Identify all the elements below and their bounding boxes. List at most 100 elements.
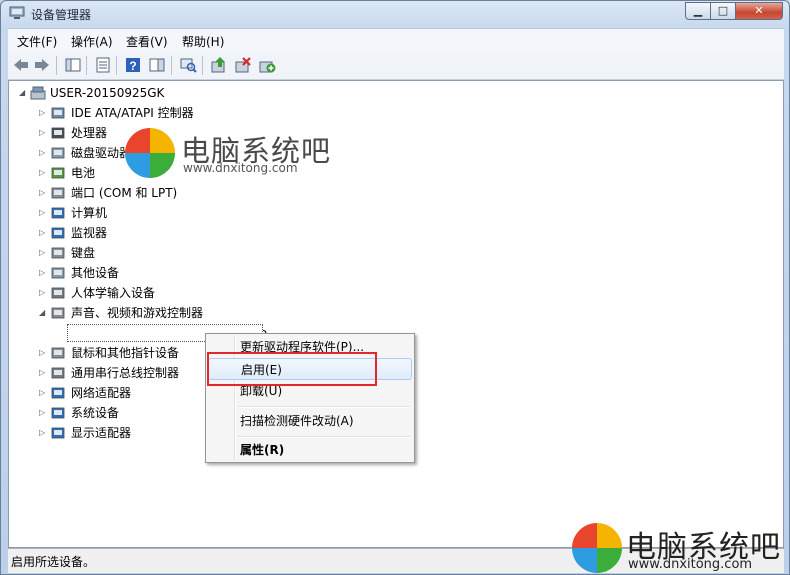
computer-root-icon (30, 86, 46, 100)
expand-arrow-icon[interactable]: ▷ (39, 244, 47, 262)
display-adapter-icon (51, 427, 65, 439)
watermark-logo-icon (125, 128, 175, 178)
scan-hardware-icon[interactable] (179, 56, 197, 74)
uninstall-icon[interactable] (234, 56, 252, 74)
svg-text:?: ? (129, 59, 136, 73)
watermark-url: www.dnxitong.com (183, 161, 298, 175)
highlight-annotation-box (207, 352, 377, 386)
collapse-arrow-icon[interactable]: ◢ (39, 304, 47, 322)
monitor-icon (51, 227, 65, 239)
help-icon[interactable]: ? (124, 56, 142, 74)
tree-category-label: 系统设备 (71, 406, 120, 420)
tree-category-row[interactable]: ▷ 人体学输入设备 (9, 284, 309, 302)
close-button[interactable]: ✕ (735, 2, 783, 20)
expand-arrow-icon[interactable]: ▷ (39, 104, 47, 122)
processor-icon (51, 127, 65, 139)
toolbar-separator (86, 56, 87, 75)
tree-category-label: 磁盘驱动器 (71, 146, 132, 160)
tree-category-row[interactable]: ▷ 键盘 (9, 244, 309, 262)
toolbar: ? (8, 52, 784, 80)
expand-arrow-icon[interactable]: ▷ (39, 144, 47, 162)
device-manager-window: 设备管理器 ▁ □ ✕ 文件(F) 操作(A) 查看(V) 帮助(H) ? ◢ … (0, 0, 790, 575)
tree-category-label: 键盘 (71, 246, 96, 260)
tree-category-label: IDE ATA/ATAPI 控制器 (71, 106, 194, 120)
expand-arrow-icon[interactable]: ▷ (39, 224, 47, 242)
watermark-top: 电脑系统吧 www.dnxitong.com (125, 128, 335, 188)
show-hide-tree-icon[interactable] (64, 56, 82, 74)
back-arrow-icon[interactable] (12, 56, 30, 74)
menu-item-scan-hardware[interactable]: 扫描检测硬件改动(A) (208, 410, 412, 432)
toolbar-separator (171, 56, 172, 75)
usb-icon (51, 367, 65, 379)
menu-item-label: 属性(R) (240, 443, 285, 457)
expand-arrow-icon[interactable]: ▷ (39, 124, 47, 142)
other-devices-icon (51, 267, 65, 279)
expand-arrow-icon[interactable]: ▷ (39, 424, 47, 442)
minimize-button[interactable]: ▁ (685, 2, 711, 20)
menu-separator (238, 436, 410, 438)
keyboard-icon (51, 247, 65, 259)
tree-root-label: USER-20150925GK (50, 86, 165, 100)
expand-arrow-icon[interactable]: ▷ (39, 264, 47, 282)
system-device-icon (51, 407, 65, 419)
tree-root-row[interactable]: ◢ USER-20150925GK (9, 84, 309, 102)
expand-arrow-icon[interactable]: ▷ (39, 284, 47, 302)
network-adapter-icon (51, 387, 65, 399)
tree-category-label: 电池 (71, 166, 96, 180)
expand-arrow-icon[interactable]: ▷ (39, 364, 47, 382)
menu-bar: 文件(F) 操作(A) 查看(V) 帮助(H) (8, 28, 784, 53)
title-bar: 设备管理器 ▁ □ ✕ (1, 1, 789, 27)
device-manager-app-icon (9, 6, 25, 19)
tree-category-label: 其他设备 (71, 266, 120, 280)
toolbar-separator (56, 56, 57, 75)
watermark-url: www.dnxitong.com (628, 557, 753, 572)
tree-category-label: 鼠标和其他指针设备 (71, 346, 180, 360)
collapse-arrow-icon[interactable]: ◢ (19, 84, 27, 102)
menu-view[interactable]: 查看(V) (126, 33, 168, 50)
watermark-bottom: 电脑系统吧 www.dnxitong.com (572, 521, 790, 575)
disk-drive-icon (51, 147, 65, 159)
mouse-icon (51, 347, 65, 359)
tree-category-label: 人体学输入设备 (71, 286, 156, 300)
status-text: 启用所选设备。 (11, 555, 96, 569)
ide-controller-icon (51, 107, 65, 119)
enable-device-icon[interactable] (258, 56, 276, 74)
maximize-button[interactable]: □ (710, 2, 736, 20)
action-pane-icon[interactable] (148, 56, 166, 74)
expand-arrow-icon[interactable]: ▷ (39, 204, 47, 222)
tree-category-label: 显示适配器 (71, 426, 132, 440)
update-driver-icon[interactable] (210, 56, 228, 74)
menu-help[interactable]: 帮助(H) (182, 33, 224, 50)
tree-category-row[interactable]: ◢ 声音、视频和游戏控制器 (9, 304, 309, 322)
properties-icon[interactable] (94, 56, 112, 74)
tree-category-label: 监视器 (71, 226, 108, 240)
forward-arrow-icon[interactable] (33, 56, 51, 74)
tree-category-row[interactable]: ▷ 计算机 (9, 204, 309, 222)
tree-category-row[interactable]: ▷ IDE ATA/ATAPI 控制器 (9, 104, 309, 122)
menu-item-properties[interactable]: 属性(R) (208, 439, 412, 461)
menu-file[interactable]: 文件(F) (17, 33, 57, 50)
watermark-logo-icon (572, 523, 622, 573)
tree-category-label: 声音、视频和游戏控制器 (71, 306, 204, 320)
expand-arrow-icon[interactable]: ▷ (39, 184, 47, 202)
expand-arrow-icon[interactable]: ▷ (39, 164, 47, 182)
tree-category-label: 处理器 (71, 126, 108, 140)
menu-item-label: 扫描检测硬件改动(A) (240, 414, 354, 428)
expand-arrow-icon[interactable]: ▷ (39, 384, 47, 402)
speaker-icon (51, 307, 65, 319)
menu-action[interactable]: 操作(A) (71, 33, 113, 50)
tree-category-label: 网络适配器 (71, 386, 132, 400)
toolbar-separator (202, 56, 203, 75)
hid-icon (51, 287, 65, 299)
tree-category-row[interactable]: ▷ 其他设备 (9, 264, 309, 282)
expand-arrow-icon[interactable]: ▷ (39, 344, 47, 362)
tree-category-label: 计算机 (71, 206, 108, 220)
menu-separator (238, 406, 410, 408)
toolbar-separator (116, 56, 117, 75)
tree-category-label: 通用串行总线控制器 (71, 366, 180, 380)
window-title: 设备管理器 (31, 8, 92, 22)
port-icon (51, 187, 65, 199)
tree-category-row[interactable]: ▷ 监视器 (9, 224, 309, 242)
battery-icon (51, 167, 65, 179)
expand-arrow-icon[interactable]: ▷ (39, 404, 47, 422)
